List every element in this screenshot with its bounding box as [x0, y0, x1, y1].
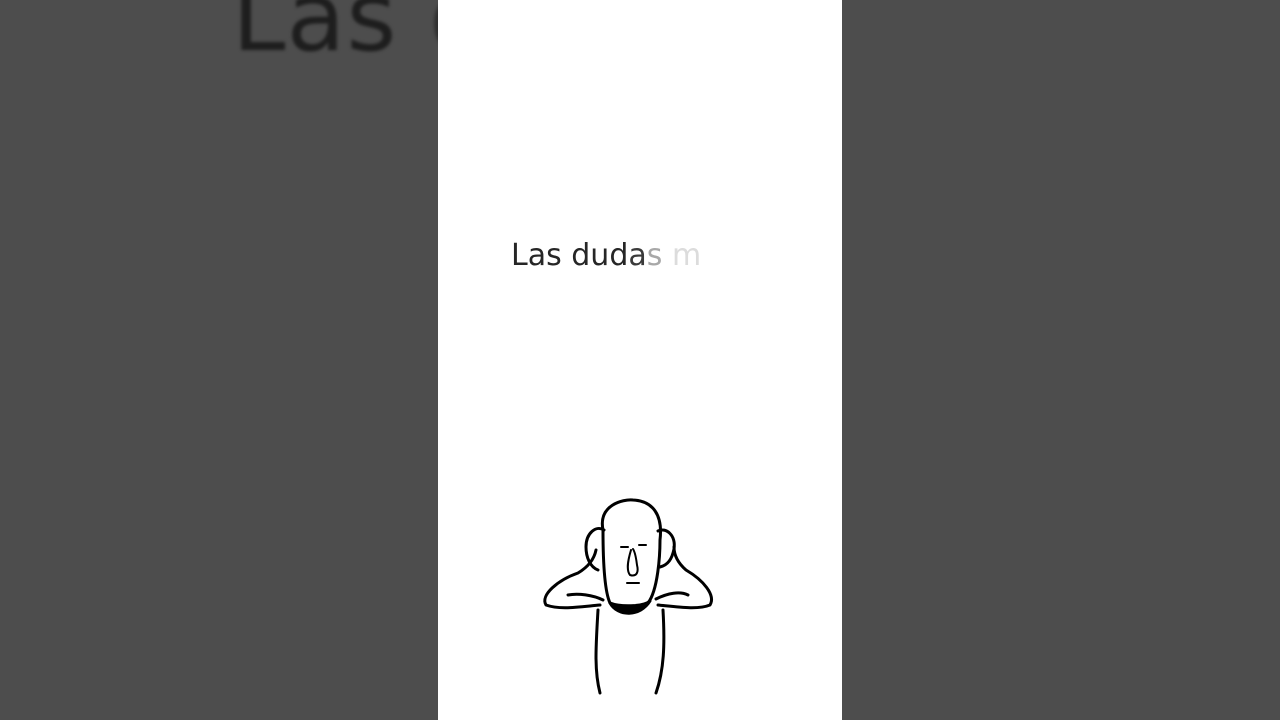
caption-part4: m — [662, 238, 702, 273]
caption-part1: Las dud — [511, 238, 629, 273]
caption-part2: a — [628, 238, 647, 273]
video-frame[interactable]: Las dudas m — [438, 0, 842, 720]
video-stage[interactable]: Las d m Las dudas m — [0, 0, 1280, 720]
person-covering-ears-icon — [543, 498, 713, 695]
caption-part3: s — [646, 238, 663, 273]
background-caption-part1: Las — [232, 0, 398, 73]
video-caption: Las dudas m — [511, 236, 701, 276]
